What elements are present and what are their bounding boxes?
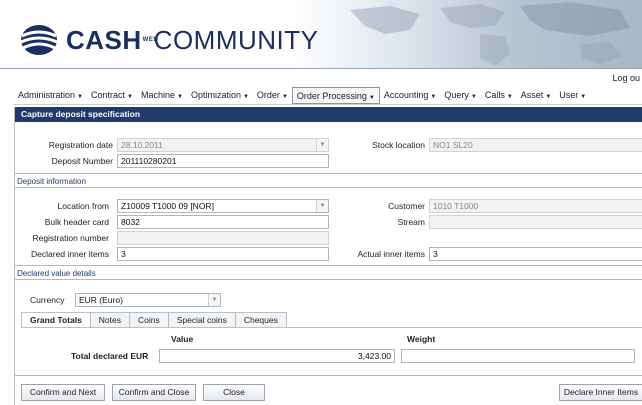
- location-from-label: Location from: [57, 201, 110, 211]
- tab-coins[interactable]: Coins: [129, 312, 169, 327]
- total-declared-label: Total declared EUR: [71, 351, 149, 361]
- caret-down-icon: ▼: [368, 94, 375, 101]
- bulk-header-card-label: Bulk header card: [44, 217, 109, 227]
- menu-item-label: Calls: [484, 89, 505, 100]
- menu-item-accounting[interactable]: Accounting ▼: [380, 87, 440, 104]
- section-divider: [15, 279, 642, 280]
- caret-down-icon: ▼: [242, 93, 249, 100]
- menu-item-label: Order Processing: [296, 90, 367, 101]
- deposit-information-title: Deposit information: [17, 177, 86, 186]
- tab-special-coins[interactable]: Special coins: [167, 312, 236, 327]
- menu-item-user[interactable]: User ▼: [555, 87, 590, 104]
- deposit-number-label: Deposit Number: [51, 156, 113, 166]
- declared-value-details-title: Declared value details: [17, 269, 96, 278]
- brand-community: COMMUNITY: [153, 24, 319, 55]
- menu-item-label: Contract: [90, 89, 125, 100]
- footer-divider: [15, 375, 642, 376]
- caret-down-icon: ▼: [281, 93, 288, 100]
- currency-select[interactable]: EUR (Euro) ▼: [75, 293, 221, 307]
- header-banner: CASH WEB COMMUNITY: [0, 0, 642, 68]
- stream-field: [429, 215, 642, 229]
- menu-item-label: User: [559, 89, 579, 100]
- logout-link[interactable]: Log ou: [612, 73, 640, 83]
- confirm-and-close-button[interactable]: Confirm and Close: [112, 384, 196, 401]
- value-tabs: Grand Totals Notes Coins Special coins Chequ…: [21, 312, 287, 327]
- registration-date-label: Registration date: [48, 140, 113, 150]
- weight-column-header: Weight: [407, 334, 436, 344]
- main-menu-bar: Administration ▼ Contract ▼ Machine ▼ Optimiza…: [14, 86, 642, 105]
- world-map-graphic: [350, 2, 630, 66]
- registration-date-field: 28.10.2011 ▼: [117, 138, 329, 152]
- capture-deposit-panel: Capture deposit specification Registrati…: [14, 107, 642, 405]
- caret-down-icon: ▼: [506, 93, 513, 100]
- caret-down-icon: ▼: [430, 93, 437, 100]
- brand-name: CASH WEB COMMUNITY: [66, 25, 319, 56]
- location-from-value: Z10009 T1000 09 [NOR]: [121, 201, 214, 211]
- stream-label: Stream: [397, 217, 425, 227]
- bulk-header-card-field[interactable]: 8032: [117, 215, 329, 229]
- actual-inner-items-field[interactable]: 3: [429, 247, 642, 261]
- caret-down-icon: ▼: [77, 93, 83, 100]
- section-divider: [15, 173, 642, 174]
- tab-grand-totals[interactable]: Grand Totals: [21, 312, 91, 327]
- declared-inner-items-label: Declared inner items: [31, 249, 109, 259]
- declared-inner-items-field[interactable]: 3: [117, 247, 329, 261]
- deposit-number-field[interactable]: 201110280201: [117, 154, 329, 168]
- menu-item-asset[interactable]: Asset ▼: [517, 87, 555, 104]
- menu-item-label: Administration: [18, 89, 76, 100]
- currency-label: Currency: [30, 295, 65, 305]
- actual-inner-items-label: Actual inner items: [357, 249, 425, 259]
- chevron-down-icon[interactable]: ▼: [208, 294, 220, 306]
- declare-inner-items-button[interactable]: Declare Inner Items: [559, 384, 642, 401]
- close-button[interactable]: Close: [203, 384, 265, 401]
- menu-item-query[interactable]: Query ▼: [440, 87, 480, 104]
- caret-down-icon: ▼: [470, 93, 477, 100]
- section-divider: [15, 187, 642, 188]
- menu-item-calls[interactable]: Calls ▼: [481, 87, 517, 104]
- customer-field: 1010 T1000: [429, 199, 642, 213]
- menu-item-optimization[interactable]: Optimization ▼: [187, 87, 253, 104]
- stock-location-label: Stock location: [372, 140, 425, 150]
- brand-cash: CASH: [66, 24, 142, 55]
- chevron-down-icon[interactable]: ▼: [316, 200, 328, 212]
- chevron-down-icon: ▼: [316, 139, 328, 151]
- header-strip: Log ou: [0, 68, 642, 86]
- menu-item-order[interactable]: Order ▼: [253, 87, 292, 104]
- panel-title: Capture deposit specification: [15, 107, 642, 122]
- menu-item-machine[interactable]: Machine ▼: [137, 87, 187, 104]
- registration-number-label: Registration number: [32, 233, 109, 243]
- caret-down-icon: ▼: [127, 93, 133, 100]
- tab-cheques[interactable]: Cheques: [234, 312, 287, 327]
- registration-number-field: [117, 231, 329, 245]
- caret-down-icon: ▼: [176, 93, 183, 100]
- globe-logo-icon: [20, 25, 58, 55]
- registration-date-value: 28.10.2011: [121, 140, 163, 150]
- grand-totals-tab-body: Value Weight Total declared EUR 3,423.00: [21, 327, 642, 373]
- currency-value: EUR (Euro): [79, 295, 123, 305]
- menu-item-label: Machine: [140, 89, 175, 100]
- location-from-select[interactable]: Z10009 T1000 09 [NOR] ▼: [117, 199, 329, 213]
- stock-location-field: NO1 SL20: [429, 138, 642, 152]
- menu-item-label: Order: [256, 89, 280, 100]
- confirm-and-next-button[interactable]: Confirm and Next: [21, 384, 105, 401]
- total-weight-field[interactable]: [401, 349, 635, 363]
- menu-item-order-processing[interactable]: Order Processing ▼: [291, 86, 380, 104]
- menu-item-administration[interactable]: Administration ▼: [14, 87, 87, 104]
- tab-notes[interactable]: Notes: [89, 312, 131, 327]
- menu-item-label: Optimization: [190, 89, 241, 100]
- menu-item-contract[interactable]: Contract ▼: [87, 87, 137, 104]
- value-column-header: Value: [171, 334, 194, 344]
- menu-item-label: Asset: [520, 89, 544, 100]
- caret-down-icon: ▼: [580, 93, 587, 100]
- menu-item-label: Query: [444, 89, 469, 100]
- menu-item-label: Accounting: [383, 89, 429, 100]
- caret-down-icon: ▼: [545, 93, 552, 100]
- section-divider: [15, 265, 642, 266]
- customer-label: Customer: [388, 201, 425, 211]
- brand-web: WEB: [142, 37, 159, 43]
- total-declared-value-field[interactable]: 3,423.00: [159, 349, 395, 363]
- cash-community-logo: CASH WEB COMMUNITY: [18, 22, 319, 58]
